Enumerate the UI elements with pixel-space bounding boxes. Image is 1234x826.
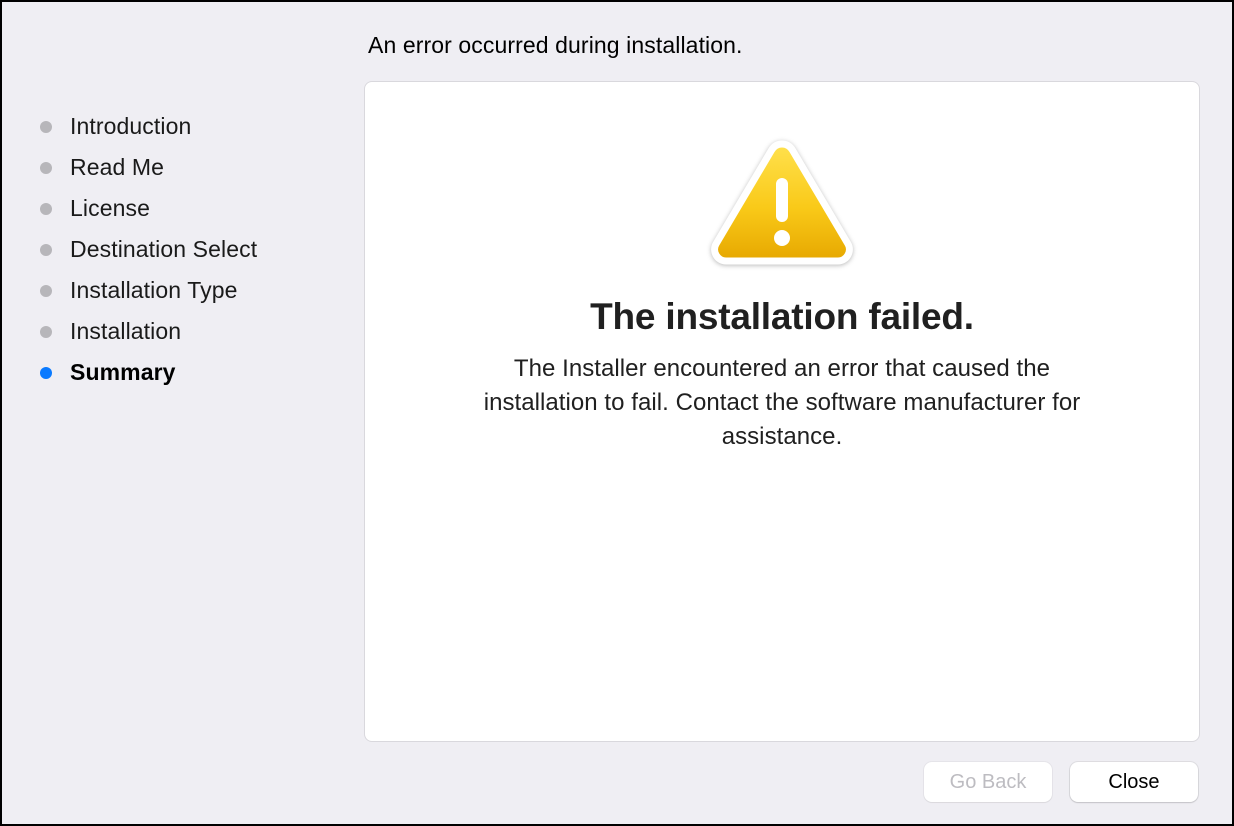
window-content: Introduction Read Me License Destination… (4, 4, 1230, 822)
step-label: Installation (70, 320, 181, 343)
content-panel: The installation failed. The Installer e… (364, 81, 1200, 742)
bullet-icon (40, 162, 52, 174)
step-label: Introduction (70, 115, 191, 138)
step-read-me: Read Me (40, 147, 364, 188)
steps-sidebar: Introduction Read Me License Destination… (34, 26, 364, 802)
step-label: Read Me (70, 156, 164, 179)
step-destination-select: Destination Select (40, 229, 364, 270)
error-title: The installation failed. (590, 296, 974, 338)
step-label: License (70, 197, 150, 220)
step-summary: Summary (40, 352, 364, 393)
step-installation: Installation (40, 311, 364, 352)
bullet-icon (40, 203, 52, 215)
step-license: License (40, 188, 364, 229)
step-installation-type: Installation Type (40, 270, 364, 311)
step-label: Summary (70, 361, 176, 384)
installer-window: Introduction Read Me License Destination… (0, 0, 1234, 826)
content-row: Introduction Read Me License Destination… (34, 26, 1200, 802)
bullet-icon (40, 326, 52, 338)
button-row: Go Back Close (364, 742, 1200, 802)
page-header: An error occurred during installation. (364, 26, 1200, 81)
close-button[interactable]: Close (1070, 762, 1198, 802)
bullet-icon (40, 367, 52, 379)
step-introduction: Introduction (40, 106, 364, 147)
main-column: An error occurred during installation. (364, 26, 1200, 802)
bullet-icon (40, 121, 52, 133)
bullet-icon (40, 285, 52, 297)
error-body: The Installer encountered an error that … (462, 352, 1102, 454)
warning-icon (707, 138, 857, 270)
go-back-button: Go Back (924, 762, 1052, 802)
step-label: Destination Select (70, 238, 257, 261)
step-label: Installation Type (70, 279, 238, 302)
bullet-icon (40, 244, 52, 256)
